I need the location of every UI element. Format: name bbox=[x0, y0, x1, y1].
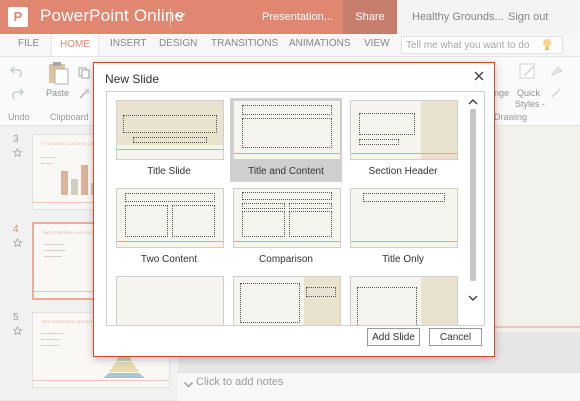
layout-title-slide[interactable]: Title Slide bbox=[113, 98, 225, 182]
cancel-button[interactable]: Cancel bbox=[429, 328, 482, 346]
gallery-scrollbar[interactable] bbox=[467, 93, 479, 322]
layout-section-header[interactable]: Section Header bbox=[347, 98, 459, 182]
layout-gallery: Title Slide Title and Content Section He… bbox=[106, 91, 485, 326]
layout-name: Title Slide bbox=[147, 166, 191, 177]
layout-content-with-caption[interactable] bbox=[230, 274, 342, 325]
dialog-title: New Slide bbox=[105, 72, 160, 86]
scroll-down-icon[interactable] bbox=[468, 291, 478, 301]
scrollbar-thumb[interactable] bbox=[470, 109, 476, 281]
close-icon[interactable] bbox=[472, 69, 486, 83]
new-slide-dialog: New Slide Title Slide Title and Content bbox=[93, 62, 495, 357]
layout-name: Title and Content bbox=[248, 166, 324, 177]
scroll-up-icon[interactable] bbox=[468, 95, 478, 105]
add-slide-button[interactable]: Add Slide bbox=[367, 328, 420, 346]
layout-name: Comparison bbox=[259, 254, 313, 265]
layout-blank[interactable] bbox=[113, 274, 225, 325]
layout-name: Title Only bbox=[382, 254, 424, 265]
layout-title-only[interactable]: Title Only bbox=[347, 186, 459, 270]
layout-name: Section Header bbox=[368, 166, 438, 177]
layout-comparison[interactable]: Comparison bbox=[230, 186, 342, 270]
layout-name: Two Content bbox=[140, 254, 198, 265]
layout-two-content[interactable]: Two Content bbox=[113, 186, 225, 270]
layout-title-and-content[interactable]: Title and Content bbox=[230, 98, 342, 182]
layout-picture-with-caption[interactable] bbox=[347, 274, 459, 325]
